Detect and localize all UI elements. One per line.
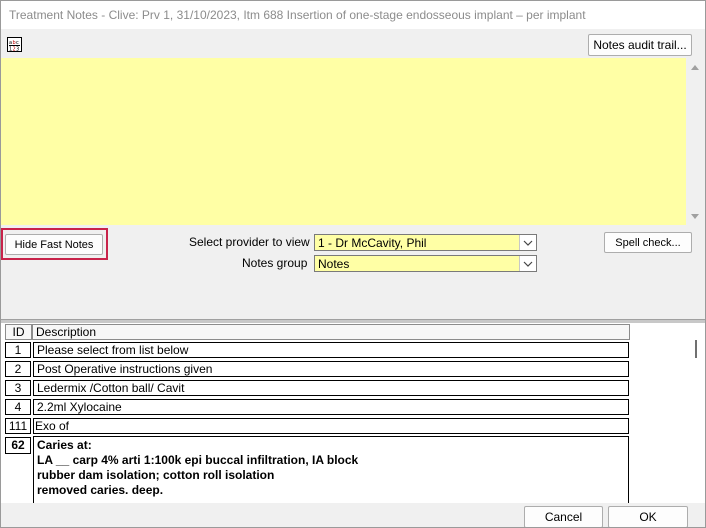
column-header-id[interactable]: ID [5,324,32,340]
notes-group-select[interactable]: Notes [314,255,537,272]
cancel-label: Cancel [544,510,583,524]
notes-text-area[interactable] [1,58,686,225]
notes-group-label: Notes group [242,256,308,270]
description-line: LA __ carp 4% arti 1:100k epi buccal inf… [37,453,359,467]
column-header-description[interactable]: Description [32,324,630,340]
row-description[interactable]: Post Operative instructions given [33,361,629,377]
row-description[interactable]: 2.2ml Xylocaine [33,399,629,415]
description-line: rubber dam isolation; cotton roll isolat… [37,468,275,482]
row-description[interactable]: Caries at: LA __ carp 4% arti 1:100k epi… [33,436,629,506]
list-scrollbar-thumb[interactable] [695,340,697,358]
scroll-down-arrow-icon[interactable] [691,214,699,219]
chevron-down-icon[interactable] [519,256,536,271]
row-description[interactable]: Exo of [33,418,629,434]
notes-scrollbar[interactable] [686,58,705,225]
spell-check-button[interactable]: Spell check... [604,232,692,253]
notes-group-value: Notes [318,257,350,271]
abc-spellcheck-icon[interactable]: a b c 1 2 3 [7,37,22,53]
row-id[interactable]: 62 [5,437,31,454]
provider-select[interactable]: 1 - Dr McCavity, Phil [314,234,537,251]
description-line: Caries at: [37,438,92,452]
provider-value: 1 - Dr McCavity, Phil [318,236,427,250]
row-description[interactable]: Please select from list below [33,342,629,358]
row-description[interactable]: Ledermix /Cotton ball/ Cavit [33,380,629,396]
dialog-footer: Cancel OK [1,503,705,527]
row-id[interactable]: 3 [5,380,31,396]
hide-fast-notes-label: Hide Fast Notes [14,238,94,251]
row-id[interactable]: 2 [5,361,31,377]
row-id[interactable]: 111 [5,418,31,434]
chevron-down-icon[interactable] [519,235,536,250]
hide-fast-notes-button[interactable]: Hide Fast Notes [5,234,103,255]
svg-text:3: 3 [16,47,19,53]
ok-label: OK [639,510,657,524]
treatment-notes-window: Treatment Notes - Clive: Prv 1, 31/10/20… [0,0,706,528]
provider-label: Select provider to view [189,235,310,249]
cancel-button[interactable]: Cancel [524,506,603,527]
row-id[interactable]: 1 [5,342,31,358]
window-title: Treatment Notes - Clive: Prv 1, 31/10/20… [9,8,586,22]
description-line: removed caries. deep. [37,483,164,497]
notes-audit-trail-button[interactable]: Notes audit trail... [588,34,692,56]
ok-button[interactable]: OK [608,506,688,527]
row-id[interactable]: 4 [5,399,31,415]
fast-notes-list: ID Description 1 Please select from list… [1,323,705,506]
notes-audit-trail-label: Notes audit trail... [593,38,687,52]
spell-check-label: Spell check... [615,236,681,249]
title-bar: Treatment Notes - Clive: Prv 1, 31/10/20… [1,1,705,29]
scroll-up-arrow-icon[interactable] [691,65,699,70]
